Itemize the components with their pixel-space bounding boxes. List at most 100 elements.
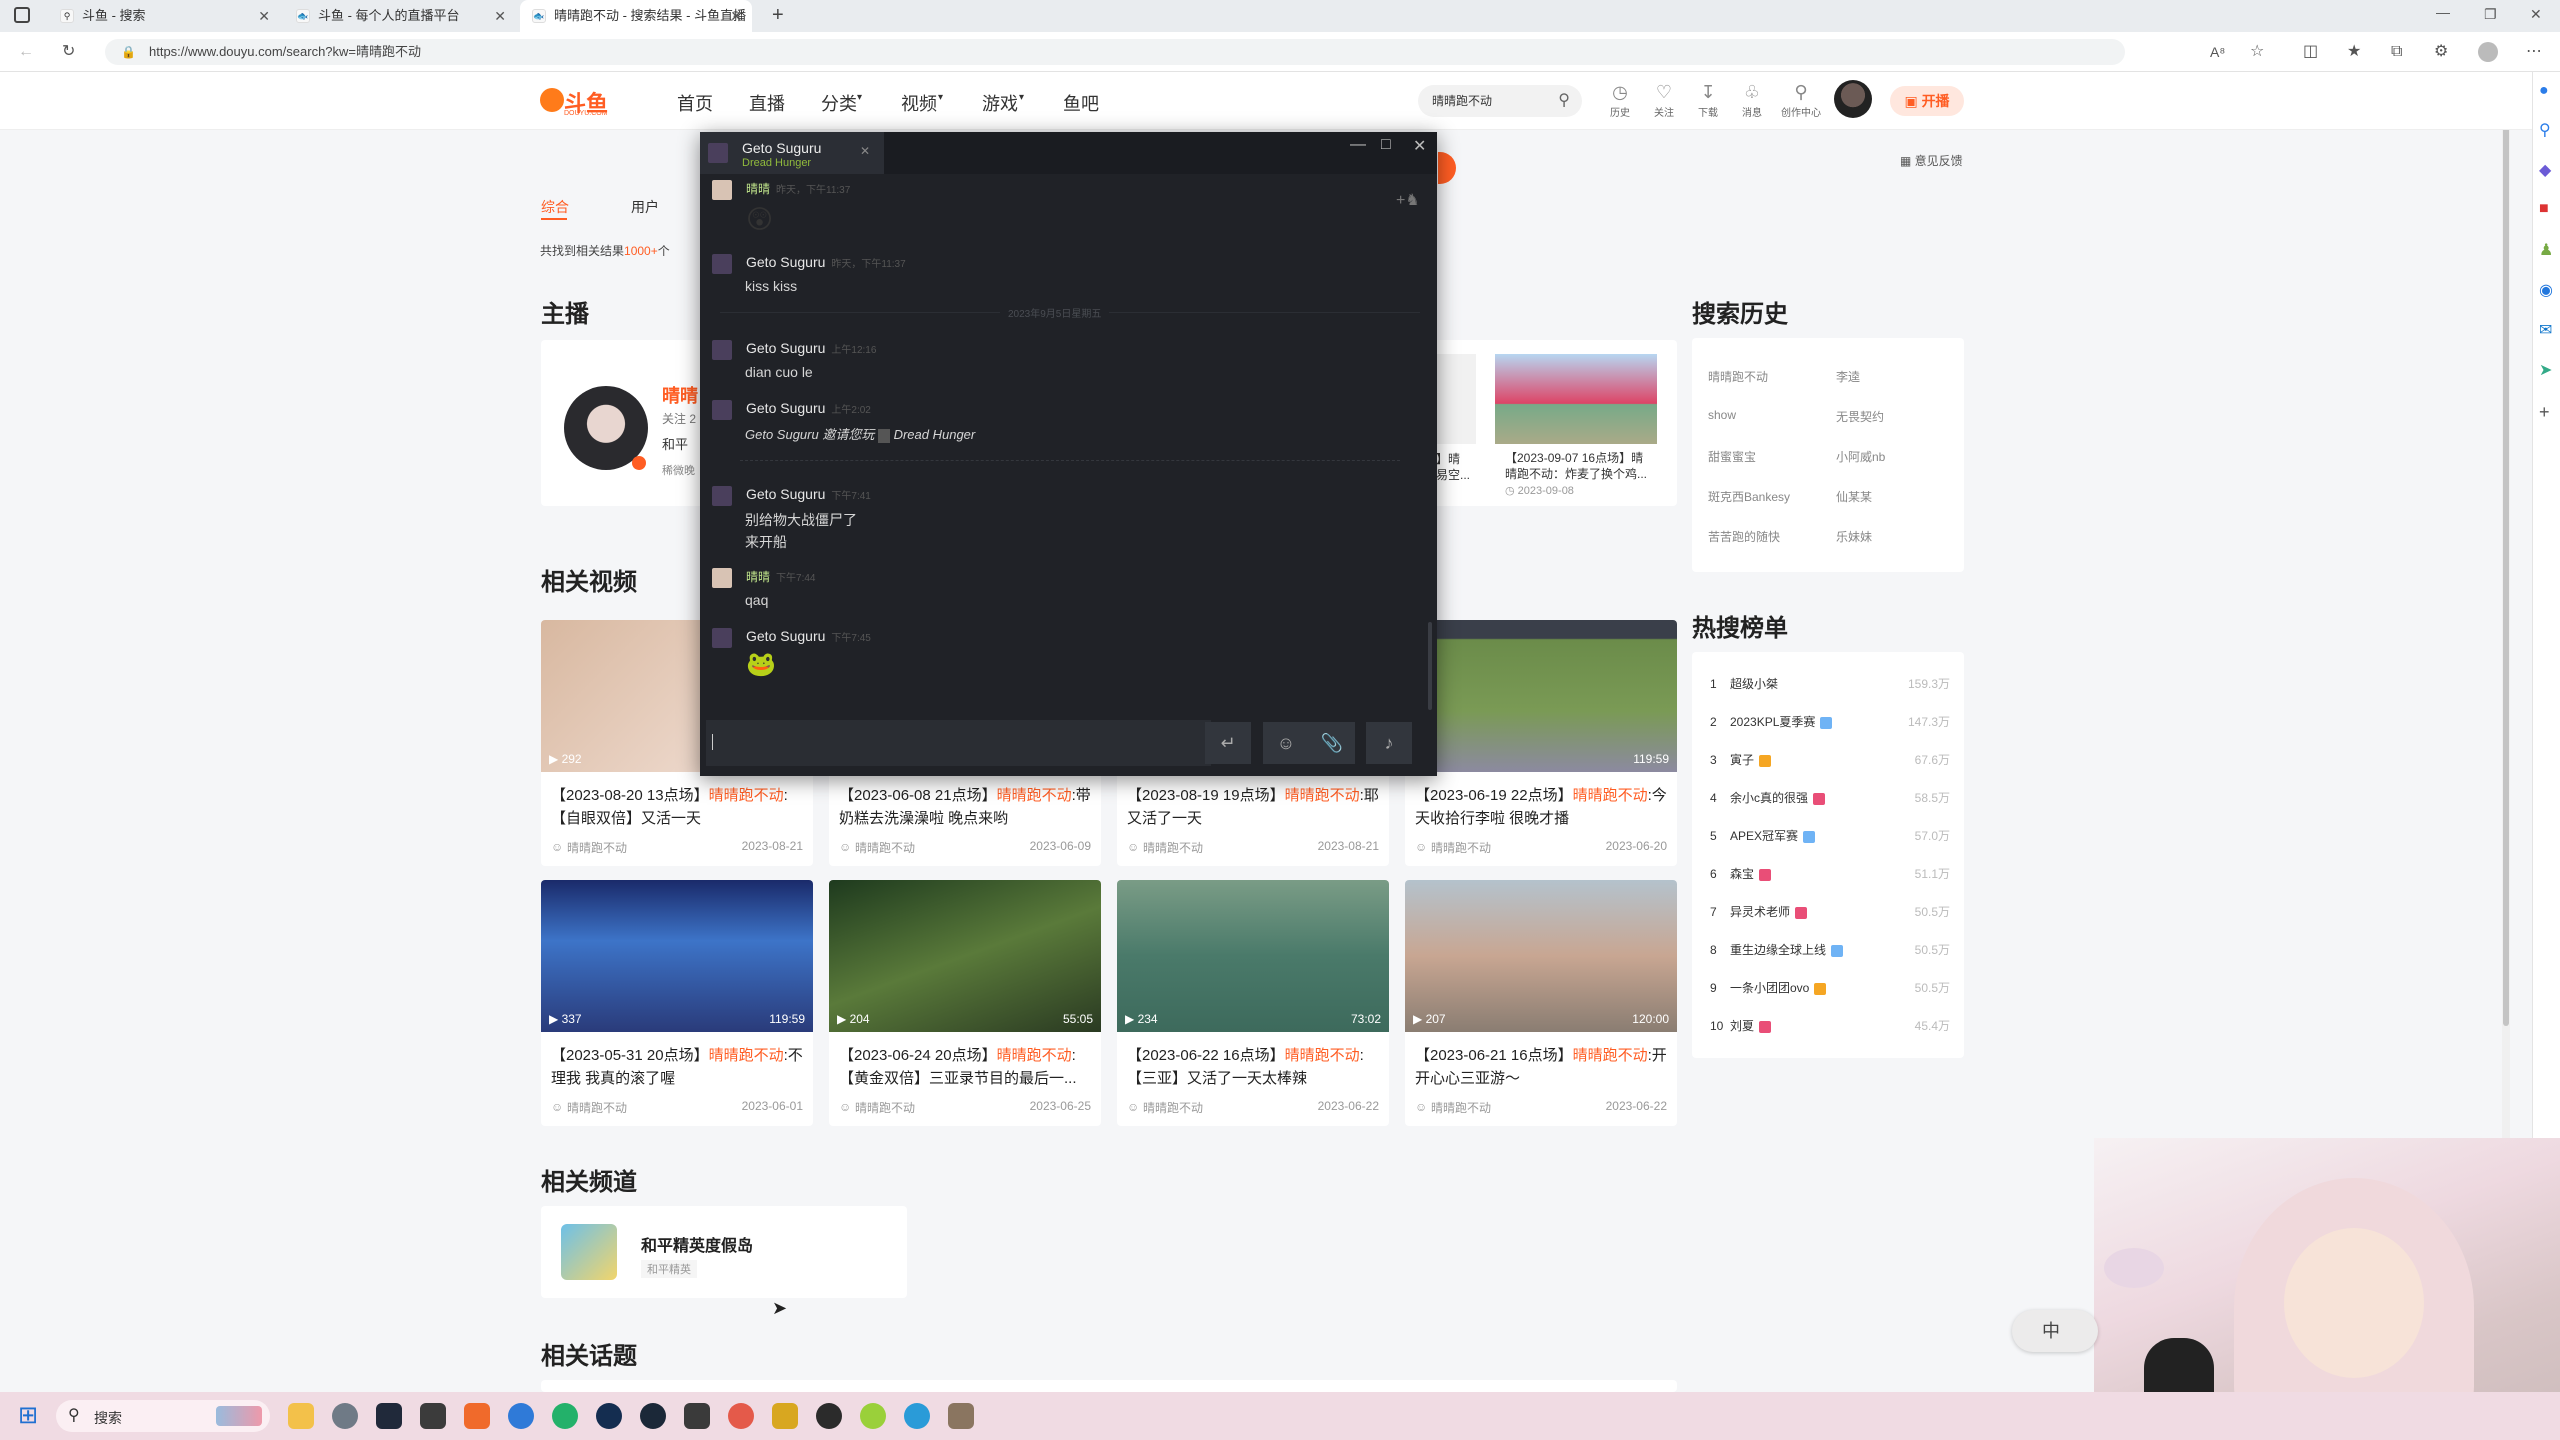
sender-name[interactable]: 晴晴 昨天，下午11:37 <box>746 180 850 197</box>
favorites-icon[interactable]: ★ <box>2347 32 2361 72</box>
collections-icon[interactable]: ⧉ <box>2391 32 2402 72</box>
history-item[interactable]: 甜蜜蜜宝 <box>1708 448 1756 465</box>
new-tab-button[interactable]: + <box>772 4 784 27</box>
douyu-logo[interactable]: 斗鱼 DOUYU.COM <box>540 86 620 118</box>
invite-game[interactable]: Dread Hunger <box>894 427 976 442</box>
sender-avatar[interactable] <box>712 180 732 200</box>
tab-actions-icon[interactable] <box>14 7 30 23</box>
extension-icon[interactable]: ⚙ <box>2434 32 2448 72</box>
video-card[interactable]: ▶ 337 119:59 【2023-05-31 20点场】晴晴跑不动:不理我 … <box>541 880 813 1126</box>
app-dark-icon[interactable] <box>816 1403 842 1429</box>
history-item[interactable]: 乐妹妹 <box>1836 528 1872 545</box>
hot-list-item[interactable]: 3 寅子 67.6万 <box>1710 750 1950 788</box>
video-title[interactable]: 【2023-06-21 16点场】晴晴跑不动:开开心心三亚游～ <box>1405 1032 1677 1090</box>
hot-list-item[interactable]: 9 一条小团团ovo 50.5万 <box>1710 978 1950 1016</box>
sender-name[interactable]: 晴晴 下午7:44 <box>746 568 815 585</box>
history-item[interactable]: 小阿威nb <box>1836 448 1885 465</box>
tab-all[interactable]: 综合 <box>541 197 569 217</box>
video-thumbnail[interactable]: ▶ 207 120:00 <box>1405 880 1677 1032</box>
send-button[interactable]: ↵ <box>1205 722 1251 764</box>
obs-icon[interactable] <box>596 1403 622 1429</box>
video-uploader[interactable]: 晴晴跑不动 <box>839 1101 915 1115</box>
more-options-icon[interactable]: ⋯ <box>2526 32 2542 72</box>
sender-name[interactable]: Geto Suguru 昨天，下午11:37 <box>746 254 906 270</box>
streamer-video-thumbnail[interactable] <box>1495 354 1657 444</box>
video-title[interactable]: 【2023-05-31 20点场】晴晴跑不动:不理我 我真的滚了喔 <box>541 1032 813 1090</box>
sender-avatar[interactable] <box>712 486 732 506</box>
read-aloud-icon[interactable]: A⁸ <box>2210 32 2225 72</box>
bell-icon[interactable]: ● <box>2539 82 2549 100</box>
office-icon[interactable]: ◉ <box>2539 280 2553 300</box>
terminal-icon[interactable] <box>376 1403 402 1429</box>
history-item[interactable]: show <box>1708 408 1736 422</box>
history-button[interactable]: ◷ 历史 <box>1600 80 1640 119</box>
ime-indicator[interactable]: 中 <box>2012 1310 2098 1352</box>
restore-window-icon[interactable]: ❐ <box>2484 6 2497 23</box>
close-tab-icon[interactable]: ✕ <box>494 0 506 32</box>
windows-start-icon[interactable]: ⊞ <box>18 1404 38 1428</box>
sender-name[interactable]: Geto Suguru 上午12:16 <box>746 340 876 356</box>
search-icon[interactable]: ⚲ <box>1558 85 1570 117</box>
add-icon[interactable]: + <box>2539 402 2550 423</box>
close-chat-tab-icon[interactable]: ✕ <box>860 144 870 158</box>
feedback-link[interactable]: ▦ 意见反馈 <box>1900 152 1963 169</box>
profile-icon[interactable] <box>2478 42 2498 62</box>
file-explorer-icon[interactable] <box>288 1403 314 1429</box>
channel-card[interactable]: 和平精英度假岛 和平精英 <box>541 1206 907 1298</box>
taskbar-search[interactable]: ⚲ 搜索 <box>56 1400 270 1432</box>
favorite-star-icon[interactable]: ☆ <box>2250 32 2264 72</box>
creator-center-button[interactable]: ⚲ 创作中心 <box>1778 80 1824 119</box>
chat-scrollbar[interactable] <box>1428 622 1432 710</box>
sender-avatar[interactable] <box>712 400 732 420</box>
search-input[interactable]: 晴晴跑不动 ⚲ <box>1418 85 1582 117</box>
toolbox-icon[interactable]: ■ <box>2539 200 2549 218</box>
video-title[interactable]: 【2023-06-08 21点场】晴晴跑不动:带奶糕去洗澡澡啦 晚点来哟 <box>829 772 1101 830</box>
close-chat-icon[interactable]: ✕ <box>1413 136 1426 156</box>
video-uploader[interactable]: 晴晴跑不动 <box>839 841 915 855</box>
back-icon[interactable]: ← <box>18 32 34 72</box>
follow-button[interactable]: ♡ 关注 <box>1644 80 1684 119</box>
tab-users[interactable]: 用户 <box>631 197 659 217</box>
close-window-icon[interactable]: ✕ <box>2530 6 2542 23</box>
user-avatar[interactable] <box>1834 80 1872 118</box>
sender-avatar[interactable] <box>712 254 732 274</box>
sender-avatar[interactable] <box>712 340 732 360</box>
chat-tab[interactable]: Geto Suguru Dread Hunger ✕ <box>700 132 884 174</box>
video-title[interactable]: 【2023-08-20 13点场】晴晴跑不动:【自眼双倍】又活一天 <box>541 772 813 830</box>
minimize-window-icon[interactable]: — <box>2436 4 2450 20</box>
maximize-chat-icon[interactable]: □ <box>1381 136 1391 154</box>
url-field[interactable]: 🔒 https://www.douyu.com/search?kw=晴晴跑不动 <box>105 39 2125 65</box>
wechat-icon[interactable] <box>552 1403 578 1429</box>
hot-list-item[interactable]: 1 超级小桀 159.3万 <box>1710 674 1950 712</box>
steam-icon[interactable] <box>640 1403 666 1429</box>
games-icon[interactable]: ♟ <box>2539 240 2553 260</box>
video-uploader[interactable]: 晴晴跑不动 <box>1415 841 1491 855</box>
settings-icon[interactable] <box>332 1403 358 1429</box>
video-thumb-partial[interactable] <box>1436 354 1476 444</box>
hot-list-item[interactable]: 10 刘夏 45.4万 <box>1710 1016 1950 1054</box>
video-card[interactable]: ▶ 234 73:02 【2023-06-22 16点场】晴晴跑不动:【三亚】又… <box>1117 880 1389 1126</box>
video-title[interactable]: 【2023-06-22 16点场】晴晴跑不动:【三亚】又活了一天太棒辣 <box>1117 1032 1389 1090</box>
app-k-icon[interactable] <box>508 1403 534 1429</box>
attach-button[interactable]: 📎 <box>1309 722 1355 764</box>
sender-avatar[interactable] <box>712 568 732 588</box>
video-title[interactable]: 【2023-06-19 22点场】晴晴跑不动:今天收拾行李啦 很晚才播 <box>1405 772 1677 830</box>
nav-home[interactable]: 首页 <box>677 90 713 116</box>
streamer-name[interactable]: 晴晴 <box>662 382 698 408</box>
edge-icon[interactable] <box>904 1403 930 1429</box>
video-thumbnail[interactable]: ▶ 337 119:59 <box>541 880 813 1032</box>
refresh-icon[interactable]: ↻ <box>62 32 75 72</box>
video-thumbnail[interactable]: 59 119:59 <box>1405 620 1677 772</box>
drop-icon[interactable]: ➤ <box>2539 360 2552 380</box>
hot-list-item[interactable]: 5 APEX冠军赛 57.0万 <box>1710 826 1950 864</box>
video-uploader[interactable]: 晴晴跑不动 <box>1127 1101 1203 1115</box>
browser-tab-douyu-home[interactable]: 🐟 斗鱼 - 每个人的直播平台 ✕ <box>284 0 516 32</box>
sender-avatar[interactable] <box>712 628 732 648</box>
video-title[interactable]: 【2023-08-19 19点场】晴晴跑不动:耶 又活了一天 <box>1117 772 1389 830</box>
app-green-icon[interactable] <box>860 1403 886 1429</box>
video-thumbnail[interactable]: ▶ 204 55:05 <box>829 880 1101 1032</box>
history-item[interactable]: 斑克西Bankesy <box>1708 488 1790 505</box>
video-uploader[interactable]: 晴晴跑不动 <box>1415 1101 1491 1115</box>
sender-name[interactable]: Geto Suguru 上午2:02 <box>746 400 871 416</box>
nav-video[interactable]: 视频 <box>901 90 937 116</box>
